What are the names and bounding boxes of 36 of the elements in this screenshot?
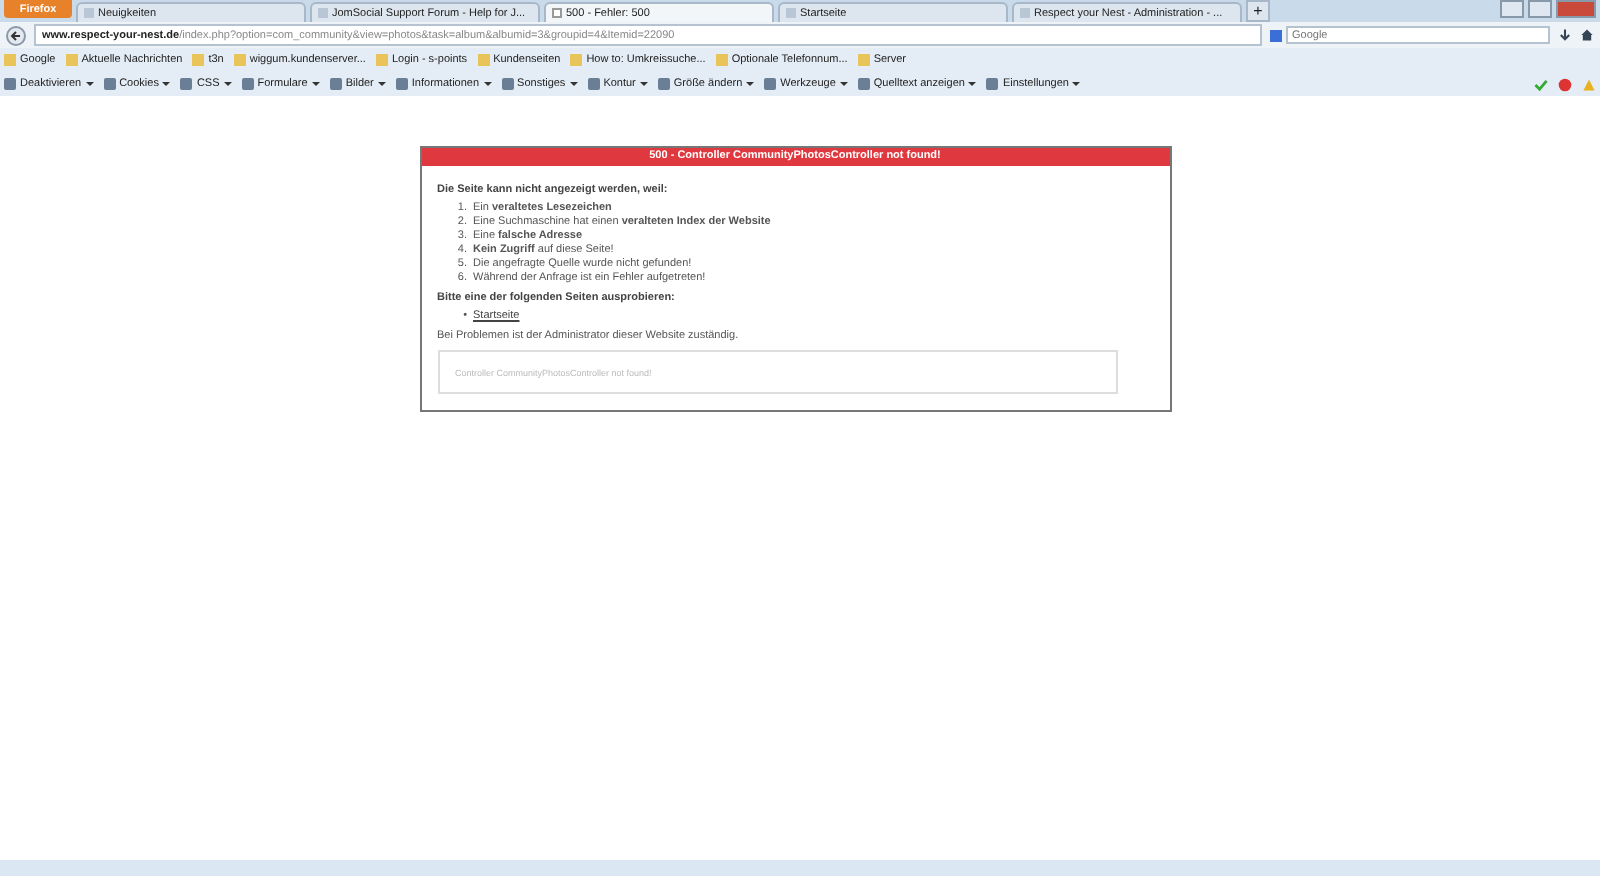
folder-icon bbox=[233, 54, 246, 66]
favicon-icon bbox=[84, 8, 94, 18]
favicon-icon bbox=[318, 8, 328, 18]
caret-icon bbox=[569, 82, 578, 86]
download-icon[interactable] bbox=[1558, 28, 1572, 42]
home-icon[interactable] bbox=[1580, 28, 1594, 42]
folder-icon bbox=[375, 54, 388, 66]
caret-icon bbox=[377, 82, 386, 86]
favicon-icon bbox=[552, 8, 562, 18]
caret-icon bbox=[1072, 82, 1081, 86]
caret-icon bbox=[839, 82, 848, 86]
minimize-button[interactable] bbox=[1500, 0, 1524, 18]
folder-icon bbox=[570, 54, 583, 66]
folder-icon bbox=[857, 54, 870, 66]
folder-icon bbox=[715, 54, 728, 66]
folder-icon bbox=[65, 54, 78, 66]
caret-icon bbox=[639, 82, 648, 86]
favicon-icon bbox=[1020, 8, 1030, 18]
caret-icon bbox=[85, 82, 94, 86]
caret-icon bbox=[483, 82, 492, 86]
caret-icon bbox=[223, 82, 232, 86]
folder-icon bbox=[4, 54, 16, 66]
caret-icon bbox=[746, 82, 755, 86]
checkmark-icon bbox=[1534, 77, 1548, 91]
caret-icon bbox=[162, 82, 171, 86]
maximize-button[interactable] bbox=[1528, 0, 1552, 18]
search-engine-icon[interactable] bbox=[1270, 29, 1282, 41]
caret-icon bbox=[968, 82, 977, 86]
new-tab-button[interactable]: + bbox=[1246, 0, 1270, 22]
folder-icon bbox=[477, 54, 490, 66]
favicon-icon bbox=[786, 8, 796, 18]
caret-icon bbox=[311, 82, 320, 86]
back-icon[interactable] bbox=[6, 25, 26, 45]
error-icon bbox=[1558, 77, 1572, 91]
folder-icon bbox=[192, 54, 205, 66]
warning-icon bbox=[1582, 77, 1596, 91]
